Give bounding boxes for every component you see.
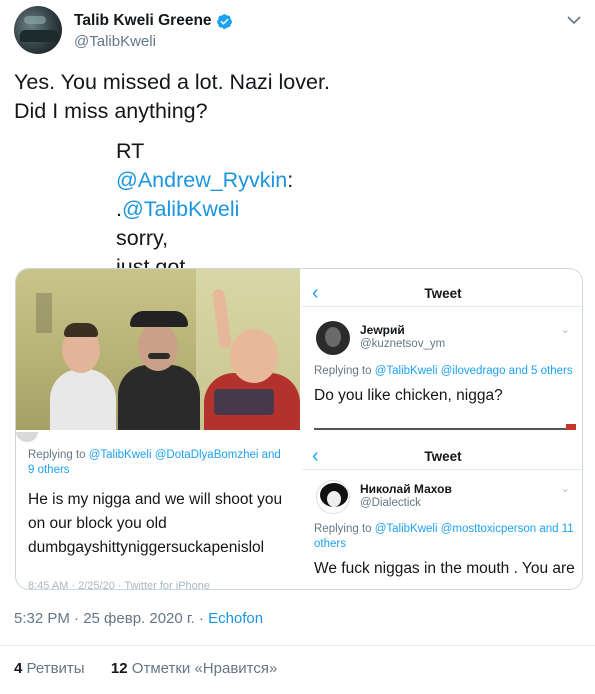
author-handle[interactable]: @TalibKweli bbox=[74, 33, 156, 50]
screenshot-nav-title: Tweet bbox=[424, 449, 462, 464]
tweet-line-1: Yes. You missed a lot. Nazi lover. bbox=[14, 70, 330, 94]
screenshot-replying-to: Replying to @TalibKweli @mosttoxicperson… bbox=[314, 523, 574, 550]
retweets-label: Ретвиты bbox=[26, 660, 85, 677]
screenshot-avatar bbox=[16, 432, 38, 442]
likes-stat[interactable]: 12 Отметки «Нравится» bbox=[111, 660, 277, 677]
source-link[interactable]: Echofon bbox=[208, 610, 263, 627]
tweet-header: Talib Kweli Greene @TalibKweli bbox=[14, 6, 584, 56]
author-name-row: Talib Kweli Greene bbox=[74, 12, 233, 30]
chevron-down-icon: ⌄ bbox=[560, 483, 570, 495]
screenshot-avatar bbox=[316, 321, 350, 355]
media-screenshot-3[interactable]: ‹ Tweet Николай Махов @Dialectick ⌄ Repl… bbox=[302, 432, 582, 589]
media-screenshot-2[interactable]: Replying to @TalibKweli @DotaDlyaBomzhei… bbox=[16, 432, 300, 590]
mention-link[interactable]: @Andrew_Ryvkin bbox=[116, 168, 287, 192]
mention-link[interactable]: @TalibKweli bbox=[122, 197, 239, 221]
tweet-retweet-quote: RT @Andrew_Ryvkin: .@TalibKweli sorry, j… bbox=[116, 137, 293, 569]
screenshot-timestamp: 8:45 AM · 2/25/20 · Twitter for iPhone bbox=[28, 580, 211, 590]
rt-prefix: RT bbox=[116, 139, 144, 163]
verified-badge-icon bbox=[216, 13, 232, 29]
screenshot-handle: @Dialectick bbox=[360, 497, 421, 509]
author-avatar[interactable] bbox=[14, 6, 62, 54]
tweet-last-line: Did I miss anything? bbox=[14, 99, 208, 123]
photo-person-left bbox=[50, 321, 116, 430]
screenshot-nav-bar: ‹ Tweet bbox=[302, 442, 582, 470]
screenshot-bottom-bar bbox=[314, 422, 576, 430]
media-grid[interactable]: ‹ Tweet Jewрий @kuznetsov_ym ⌄ Replying … bbox=[15, 268, 583, 590]
likes-label: Отметки «Нравится» bbox=[131, 660, 278, 677]
screenshot-name: Николай Махов bbox=[360, 482, 452, 496]
chevron-down-icon[interactable] bbox=[566, 12, 582, 28]
screenshot-nav-title: Tweet bbox=[424, 286, 462, 301]
tweet-stats: 4 Ретвиты 12 Отметки «Нравится» bbox=[14, 660, 277, 677]
screenshot-nav-bar: ‹ Tweet bbox=[302, 279, 582, 307]
tweet-timestamp: 5:32 PM · 25 февр. 2020 г. · Echofon bbox=[14, 610, 263, 627]
retweets-count: 4 bbox=[14, 660, 23, 677]
screenshot-replying-to: Replying to @TalibKweli @DotaDlyaBomzhei… bbox=[28, 449, 281, 476]
screenshot-handle: @kuznetsov_ym bbox=[360, 338, 446, 350]
timestamp-text[interactable]: 5:32 PM · 25 февр. 2020 г. · bbox=[14, 610, 208, 627]
divider bbox=[0, 645, 595, 646]
author-display-name[interactable]: Talib Kweli Greene bbox=[74, 12, 212, 30]
screenshot-avatar bbox=[316, 480, 350, 514]
chevron-down-icon: ⌄ bbox=[560, 324, 570, 336]
screenshot-tweet-text: He is my nigga and we will shoot you on … bbox=[28, 491, 283, 556]
media-screenshot-1[interactable]: ‹ Tweet Jewрий @kuznetsov_ym ⌄ Replying … bbox=[302, 269, 582, 430]
retweets-stat[interactable]: 4 Ретвиты bbox=[14, 660, 85, 677]
likes-count: 12 bbox=[110, 660, 128, 677]
screenshot-replying-to: Replying to @TalibKweli @ilovedrago and … bbox=[314, 365, 573, 377]
photo-person-right bbox=[184, 288, 300, 430]
tweet-text: Yes. You missed a lot. Nazi lover. RT @A… bbox=[14, 68, 584, 569]
screenshot-tweet-text: Do you like chicken, nigga? bbox=[314, 387, 503, 404]
avatar-car-shape bbox=[20, 30, 60, 42]
avatar-highlight bbox=[24, 16, 46, 24]
screenshot-name: Jewрий bbox=[360, 323, 405, 337]
screenshot-tweet-text: We fuck niggas in the mouth . You are bbox=[314, 560, 575, 577]
media-photo[interactable] bbox=[16, 269, 300, 430]
